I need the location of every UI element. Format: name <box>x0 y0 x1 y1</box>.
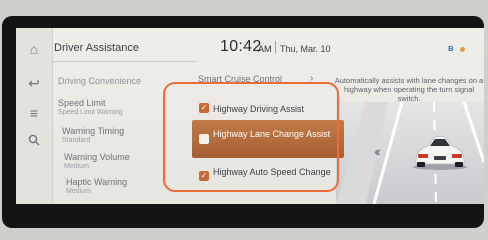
search-icon[interactable] <box>22 130 46 152</box>
home-icon[interactable]: ⌂ <box>22 38 46 60</box>
status-indicator-icon <box>460 47 465 52</box>
category-sub: Medium <box>66 188 91 195</box>
clock-date: Thu, Mar. 10 <box>280 44 331 54</box>
clock-divider <box>275 41 276 54</box>
menu-icon[interactable]: ≡ <box>22 102 46 124</box>
category-warning-volume[interactable]: Warning Volume Medium <box>64 152 130 172</box>
back-icon[interactable]: ↩ <box>22 72 46 94</box>
feature-description: Automatically assists with lane changes … <box>334 76 484 103</box>
category-label: Warning Timing <box>62 126 125 136</box>
category-sub: Speed Limit Warning <box>58 109 123 116</box>
title-divider <box>52 61 197 62</box>
category-haptic-warning[interactable]: Haptic Warning Medium <box>66 177 127 197</box>
infotainment-screen: ⌂ ↩ ≡ Driver Assistance 10:42 AM Thu, Ma… <box>16 28 484 204</box>
category-sub: Medium <box>64 163 89 170</box>
page-title: Driver Assistance <box>54 42 139 54</box>
highlight-ring <box>163 82 339 192</box>
clock-ampm: AM <box>258 44 272 54</box>
left-rail: ⌂ ↩ ≡ <box>16 28 53 204</box>
category-driving-convenience[interactable]: Driving Convenience <box>58 76 141 86</box>
lane-change-arrows-icon: ‹‹‹ <box>374 144 381 159</box>
category-speed-limit[interactable]: Speed Limit Speed Limit Warning <box>58 98 123 118</box>
category-label: Speed Limit <box>58 98 106 108</box>
category-label: Warning Volume <box>64 152 130 162</box>
clock-time: 10:42 <box>220 38 262 55</box>
bluetooth-icon: ʙ <box>448 43 454 53</box>
car-icon <box>412 134 468 170</box>
category-sub: Standard <box>62 137 91 144</box>
category-label: Driving Convenience <box>58 76 142 86</box>
category-warning-timing[interactable]: Warning Timing Standard <box>62 126 124 146</box>
category-label: Haptic Warning <box>66 177 128 187</box>
